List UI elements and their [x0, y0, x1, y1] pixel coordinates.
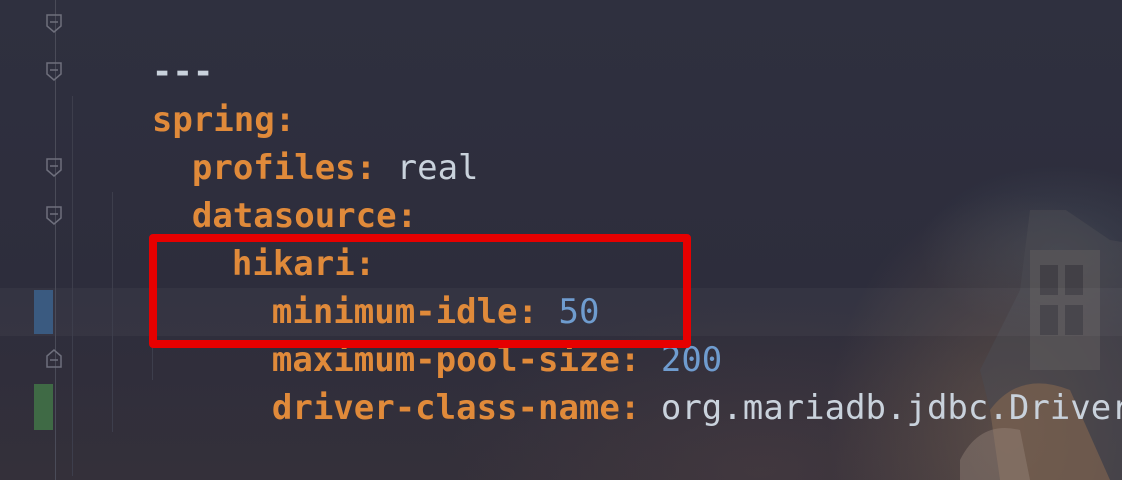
added-line-marker — [34, 384, 53, 430]
fold-marker-icon[interactable] — [44, 206, 64, 226]
fold-marker-icon[interactable] — [44, 158, 64, 178]
editor-gutter — [0, 0, 62, 480]
code-line-spring[interactable]: spring: — [70, 48, 295, 140]
code-line-hikari[interactable]: hikari: — [150, 192, 375, 284]
modified-line-marker — [34, 290, 53, 334]
code-line-doc-start[interactable]: --- — [70, 0, 213, 92]
yaml-colon: : — [396, 196, 418, 236]
fold-marker-icon[interactable] — [44, 62, 64, 82]
code-line-datasource[interactable]: datasource: — [110, 144, 417, 236]
red-highlight-annotation-box — [149, 234, 691, 348]
code-line-profiles[interactable]: profiles: real — [110, 96, 479, 188]
yaml-colon: : — [619, 388, 641, 428]
yaml-value: org.mariadb.jdbc.Driver — [660, 388, 1122, 428]
fold-marker-icon[interactable] — [44, 14, 64, 34]
yaml-key: driver-class-name — [271, 388, 620, 428]
fold-marker-icon[interactable] — [44, 348, 64, 368]
